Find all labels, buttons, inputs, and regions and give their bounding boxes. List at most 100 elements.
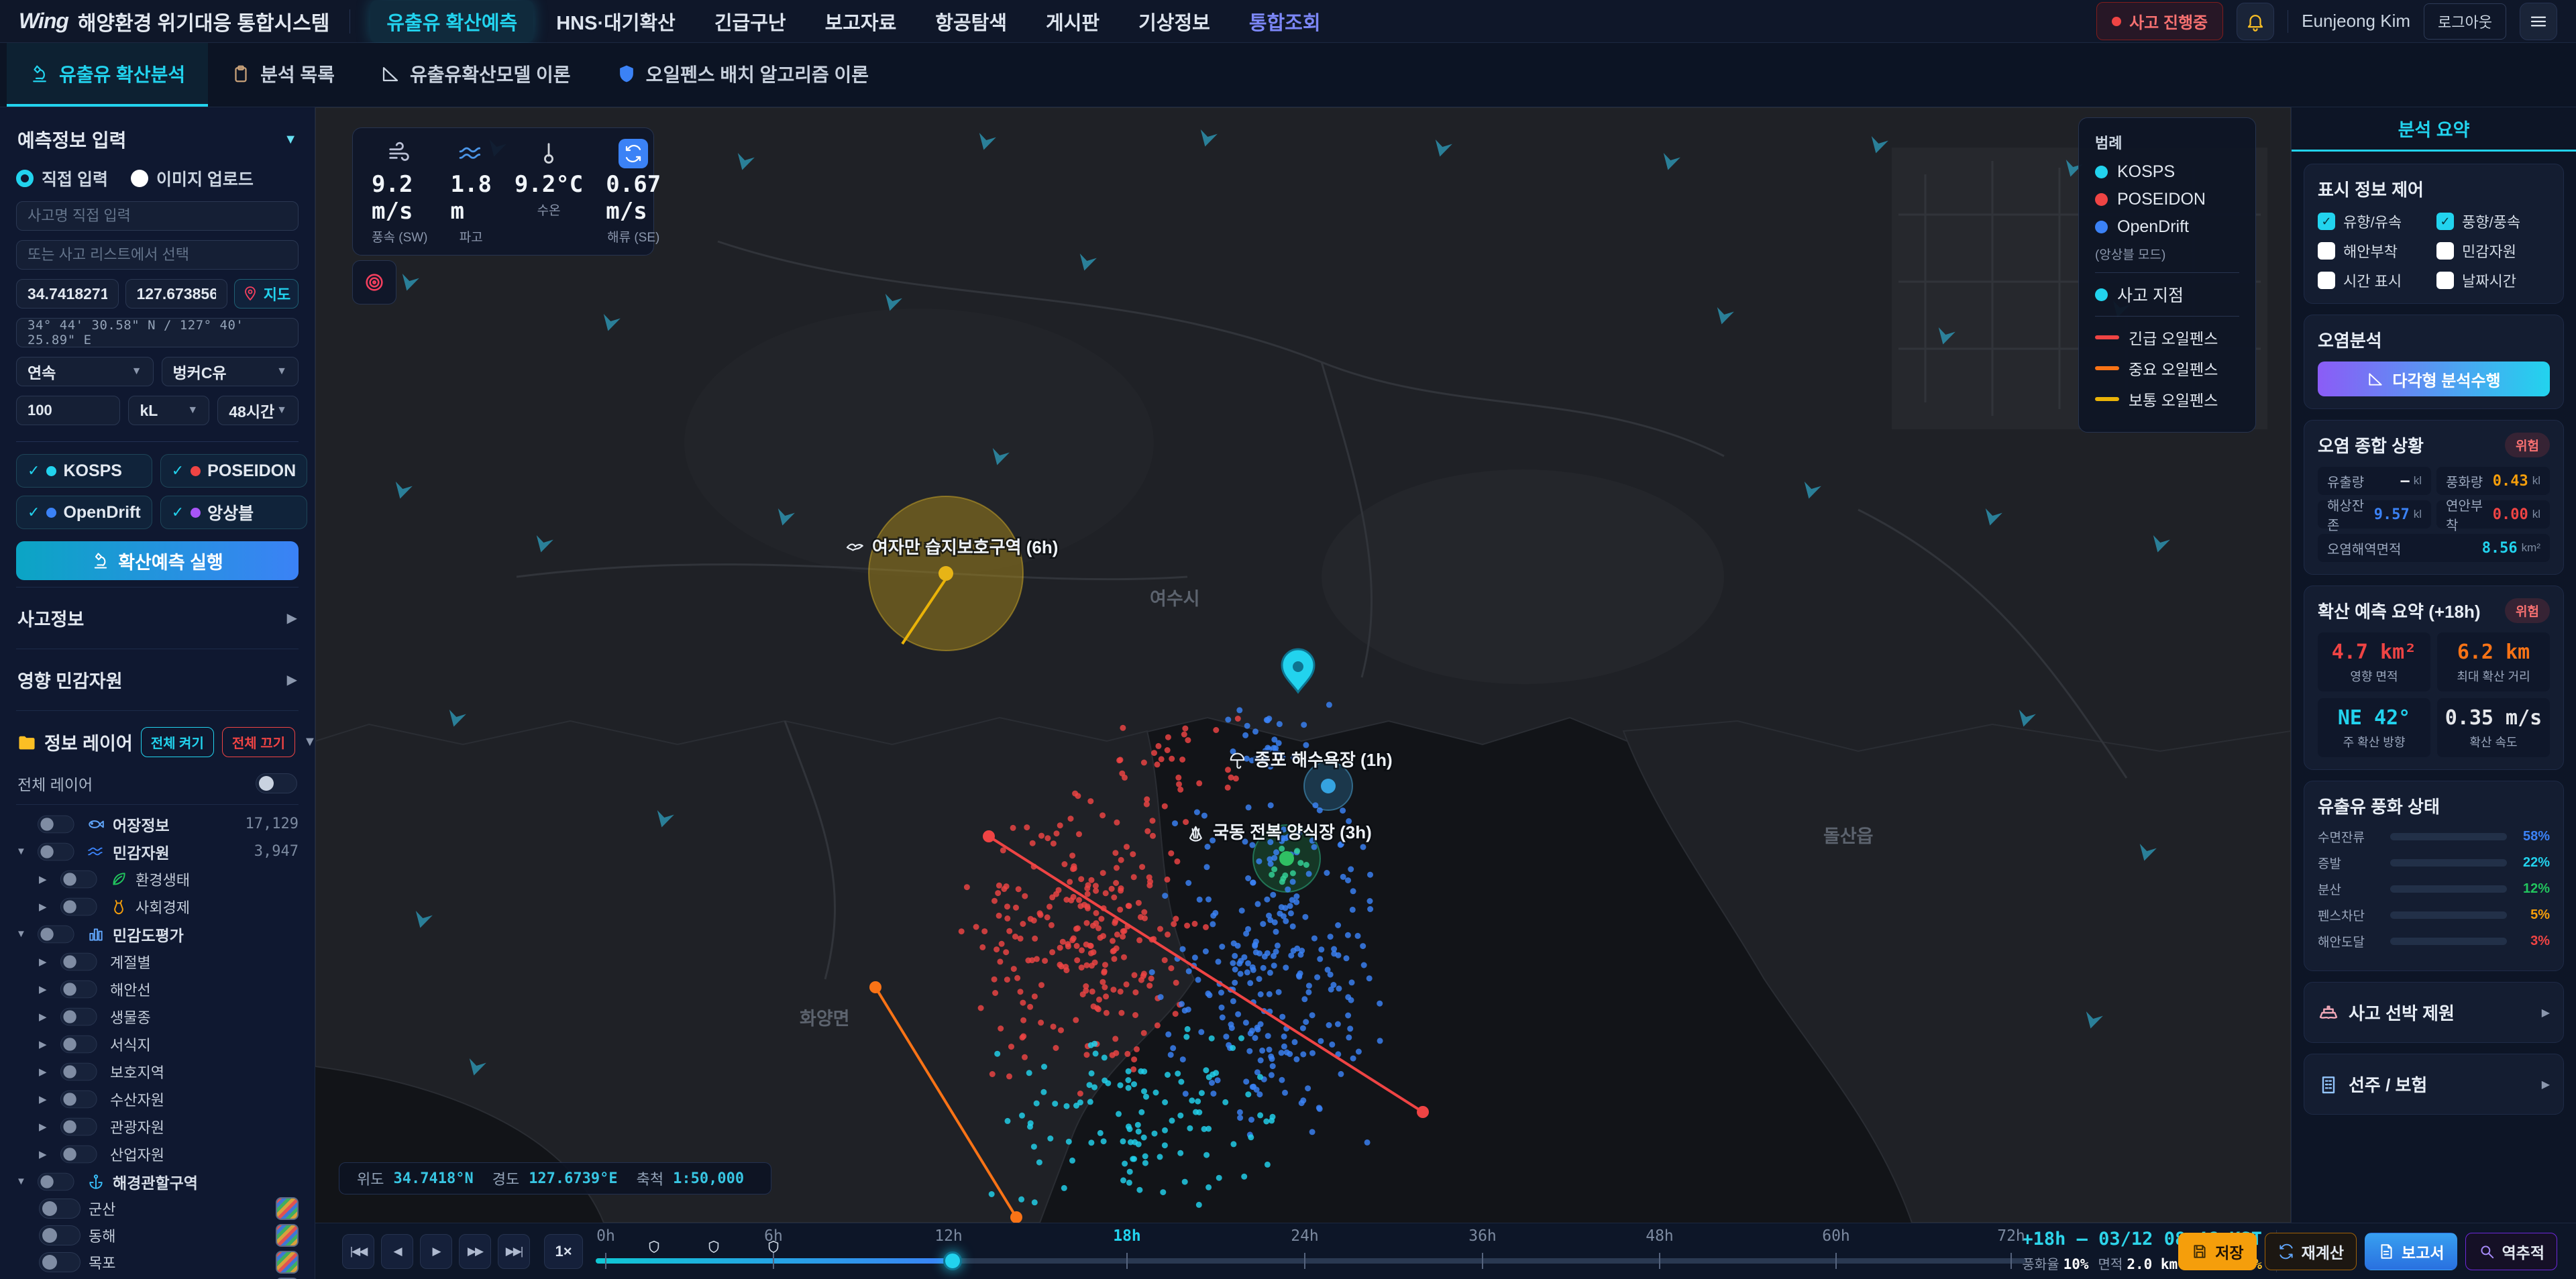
nav-item-5[interactable]: 게시판 <box>1030 1 1116 42</box>
model-chip-KOSPS[interactable]: ✓ KOSPS <box>16 454 152 488</box>
display-option-해안부착[interactable]: 해안부착 <box>2318 240 2431 262</box>
layer-toggle[interactable] <box>60 1035 97 1053</box>
polygon-analysis-button[interactable]: 다각형 분석수행 <box>2318 362 2550 396</box>
region-toggle[interactable] <box>39 1225 80 1245</box>
display-option-날짜시간[interactable]: 날짜시간 <box>2436 270 2550 291</box>
layer-toggle[interactable] <box>60 1062 97 1080</box>
chevron-down-icon[interactable]: ▼ <box>16 846 30 857</box>
chevron-right-icon[interactable]: ▶ <box>39 1038 52 1050</box>
layer-toggle[interactable] <box>60 897 97 915</box>
longitude-input[interactable] <box>125 279 227 309</box>
nav-item-3[interactable]: 보고자료 <box>809 1 913 42</box>
panel-scroll[interactable]: 표시 정보 제어 ✓ 유향/유속 ✓ 풍향/풍속 해안부착 민감자원 시간 표시 날짜시간 오… <box>2292 152 2576 1223</box>
chevron-right-icon[interactable]: ▶ <box>39 1011 52 1023</box>
radio-direct-input[interactable]: 직접 입력 <box>16 166 108 190</box>
chevron-right-icon[interactable]: ▶ <box>39 873 52 885</box>
chevron-right-icon[interactable]: ▶ <box>39 1121 52 1133</box>
fence-deploy-shield-icon[interactable] <box>647 1239 661 1254</box>
display-option-유향/유속[interactable]: ✓ 유향/유속 <box>2318 211 2431 232</box>
layer-toggle[interactable] <box>38 815 74 833</box>
region-color-button[interactable] <box>276 1224 299 1247</box>
incident-list-input[interactable] <box>16 240 299 270</box>
layer-toggle[interactable] <box>60 1117 97 1135</box>
all-layers-off-button[interactable]: 전체 끄기 <box>221 727 296 757</box>
pick-on-map-button[interactable]: 지도 <box>234 279 299 309</box>
저장-button[interactable]: 저장 <box>2178 1233 2257 1270</box>
chevron-down-icon[interactable]: ▼ <box>16 1176 30 1187</box>
chevron-right-icon[interactable]: ▶ <box>39 1066 52 1078</box>
layer-toggle[interactable] <box>60 1145 97 1163</box>
역추적-button[interactable]: 역추적 <box>2465 1233 2557 1270</box>
map-canvas[interactable]: 여자만 습지보호구역 (6h) 종포 해수욕장 (1h) 국동 전복 양식장 (3h… <box>315 107 2291 1223</box>
model-chip-앙상블[interactable]: ✓ 앙상블 <box>160 496 308 529</box>
layer-toggle[interactable] <box>38 1172 74 1190</box>
nav-item-1[interactable]: HNS·대기확산 <box>540 1 692 42</box>
step-back-button[interactable]: ◀ <box>381 1234 413 1269</box>
재계산-button[interactable]: 재계산 <box>2264 1233 2357 1270</box>
nav-item-6[interactable]: 기상정보 <box>1122 1 1226 42</box>
display-option-풍향/풍속[interactable]: ✓ 풍향/풍속 <box>2436 211 2550 232</box>
chevron-right-icon[interactable]: ▶ <box>39 1093 52 1105</box>
fence-deploy-shield-icon[interactable] <box>766 1239 781 1254</box>
site-dot[interactable] <box>1279 851 1294 866</box>
timeline-playhead[interactable] <box>943 1252 962 1270</box>
unit-select[interactable]: kL ▼ <box>128 396 210 425</box>
region-color-button[interactable] <box>276 1251 299 1274</box>
run-prediction-button[interactable]: 확산예측 실행 <box>16 541 299 580</box>
play-button[interactable]: ▶ <box>420 1234 452 1269</box>
oil-fence-line[interactable] <box>874 986 1018 1219</box>
spill-type-select[interactable]: 연속 ▼ <box>16 357 154 386</box>
layer-toggle[interactable] <box>38 842 74 860</box>
region-toggle[interactable] <box>39 1199 80 1219</box>
prediction-input-header[interactable]: 예측정보 입력 ▼ <box>16 121 299 164</box>
locate-incident-button[interactable] <box>352 260 396 304</box>
layer-toggle[interactable] <box>60 870 97 888</box>
model-chip-POSEIDON[interactable]: ✓ POSEIDON <box>160 454 308 488</box>
incident-info-section[interactable]: 사고정보 ▶ <box>16 587 299 649</box>
incident-pin-icon[interactable] <box>1281 648 1316 694</box>
layer-toggle[interactable] <box>60 1007 97 1025</box>
chevron-right-icon[interactable]: ▶ <box>39 983 52 995</box>
layer-toggle[interactable] <box>60 980 97 998</box>
chevron-down-icon[interactable]: ▼ <box>16 928 30 940</box>
tab-1[interactable]: 분석 목록 <box>208 43 358 107</box>
site-dot[interactable] <box>1321 779 1336 793</box>
nav-item-2[interactable]: 긴급구난 <box>698 1 802 42</box>
logout-button[interactable]: 로그아웃 <box>2424 3 2506 40</box>
region-color-button[interactable] <box>276 1197 299 1220</box>
nav-item-4[interactable]: 항공탐색 <box>919 1 1023 42</box>
layer-toggle[interactable] <box>38 925 74 943</box>
chevron-right-icon[interactable]: ▶ <box>39 901 52 913</box>
보고서-button[interactable]: 보고서 <box>2365 1233 2457 1270</box>
chevron-right-icon[interactable]: ▶ <box>39 956 52 968</box>
nav-item-0[interactable]: 유출유 확산예측 <box>370 0 534 42</box>
impact-resources-section[interactable]: 영향 민감자원 ▶ <box>16 649 299 710</box>
fast-forward-button[interactable]: ▶▶ <box>459 1234 491 1269</box>
tab-0[interactable]: 유출유 확산분석 <box>7 43 209 107</box>
fence-deploy-shield-icon[interactable] <box>706 1239 721 1254</box>
latitude-input[interactable] <box>16 279 119 309</box>
radio-image-upload[interactable]: 이미지 업로드 <box>130 166 254 190</box>
playback-speed-button[interactable]: 1× <box>544 1234 583 1269</box>
layer-toggle[interactable] <box>60 952 97 970</box>
tab-2[interactable]: 유출유확산모델 이론 <box>358 43 594 107</box>
master-layer-toggle[interactable] <box>256 773 297 793</box>
skip-start-button[interactable]: |◀◀ <box>342 1234 374 1269</box>
oil-type-select[interactable]: 벙커C유 ▼ <box>161 357 299 386</box>
amount-input[interactable] <box>16 396 121 425</box>
notifications-button[interactable] <box>2237 2 2275 40</box>
tab-3[interactable]: 오일펜스 배치 알고리즘 이론 <box>594 43 892 107</box>
menu-button[interactable] <box>2520 2 2557 40</box>
nav-item-7[interactable]: 통합조회 <box>1233 1 1337 42</box>
display-option-시간 표시[interactable]: 시간 표시 <box>2318 270 2431 291</box>
duration-select[interactable]: 48시간 ▼ <box>217 396 299 425</box>
display-option-민감자원[interactable]: 민감자원 <box>2436 240 2550 262</box>
collapsed-card-1[interactable]: 선주 / 보험 ▶ <box>2304 1054 2564 1115</box>
incident-name-input[interactable] <box>16 201 299 231</box>
all-layers-on-button[interactable]: 전체 켜기 <box>140 727 214 757</box>
skip-end-button[interactable]: ▶▶| <box>498 1234 530 1269</box>
model-chip-OpenDrift[interactable]: ✓ OpenDrift <box>16 496 152 529</box>
collapsed-card-0[interactable]: 사고 선박 제원 ▶ <box>2304 982 2564 1043</box>
site-dot[interactable] <box>938 566 953 581</box>
chevron-right-icon[interactable]: ▶ <box>39 1148 52 1160</box>
